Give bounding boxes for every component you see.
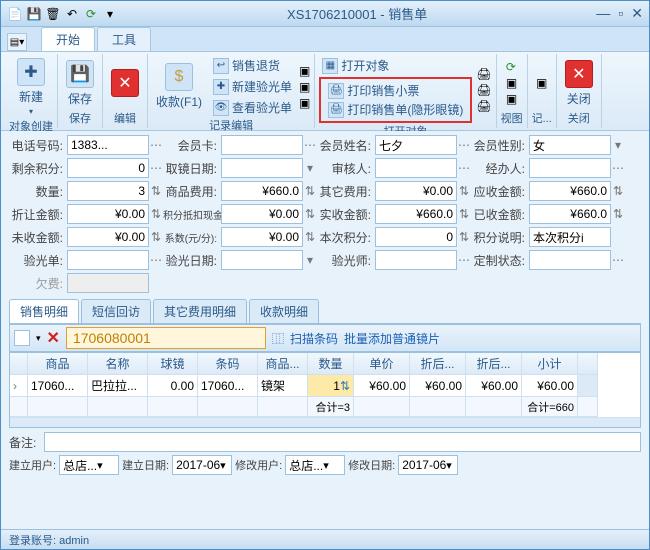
coefficient-input[interactable]: ¥0.00 bbox=[221, 227, 303, 247]
record-icon[interactable]: ▣ bbox=[536, 76, 547, 90]
optometry-date-input[interactable] bbox=[221, 250, 303, 270]
open-object-button[interactable]: ▦打开对象 bbox=[319, 56, 472, 75]
detail-new-button[interactable] bbox=[14, 330, 30, 346]
detail-tabs: 销售明细 短信回访 其它费用明细 收款明细 bbox=[9, 299, 641, 324]
close-window-button[interactable]: ✕ bbox=[631, 5, 643, 22]
tool-icon-2[interactable]: ▣ bbox=[299, 80, 310, 94]
tab-tools[interactable]: 工具 bbox=[97, 27, 151, 51]
app-icon: 📄 bbox=[7, 6, 23, 22]
custom-status-input[interactable] bbox=[529, 250, 611, 270]
sales-return-button[interactable]: ↩销售退货 bbox=[210, 56, 295, 75]
card-input[interactable] bbox=[221, 135, 303, 155]
layout-toggle-button[interactable]: ▤▾ bbox=[7, 33, 27, 51]
points-cash-input[interactable]: ¥0.00 bbox=[221, 204, 303, 224]
refresh-view-icon[interactable]: ⟳ bbox=[506, 60, 517, 74]
new-button[interactable]: ✚新建▾ bbox=[13, 56, 49, 118]
creator-select[interactable]: 总店... ▾ bbox=[59, 455, 119, 475]
receive-button[interactable]: $收款(F1) bbox=[152, 61, 206, 112]
detail-grid: 商品 名称 球镜 条码 商品... 数量 单价 折后... 折后... 小计 ›… bbox=[9, 352, 641, 428]
pickup-date-input[interactable] bbox=[221, 158, 303, 178]
modifier-select[interactable]: 总店... ▾ bbox=[285, 455, 345, 475]
horizontal-scrollbar[interactable] bbox=[10, 417, 640, 427]
create-date-select[interactable]: 2017-06 ▾ bbox=[172, 455, 232, 475]
detail-toolbar: ▾ ✕ 1706080001 ⿲ 扫描条码 批量添加普通镜片 bbox=[9, 324, 641, 352]
maximize-button[interactable]: ▫ bbox=[618, 5, 623, 22]
dropdown-icon[interactable]: ▾ bbox=[102, 6, 118, 22]
sum-qty: 合计=3 bbox=[308, 397, 354, 417]
minimize-button[interactable]: — bbox=[596, 5, 610, 22]
discount-input[interactable]: ¥0.00 bbox=[67, 204, 149, 224]
this-points-input[interactable]: 0 bbox=[375, 227, 457, 247]
due-amount-input[interactable]: ¥660.0 bbox=[529, 181, 611, 201]
close-button[interactable]: ✕关闭 bbox=[561, 58, 597, 109]
new-optometry-button[interactable]: ✚新建验光单 bbox=[210, 77, 295, 96]
points-desc-input[interactable]: 本次积分i bbox=[529, 227, 611, 247]
window-title: XS1706210001 - 销售单 bbox=[118, 4, 596, 23]
form-area: 电话号码:1383...⋯ 会员卡:⋯ 会员姓名:七夕⋯ 会员性别:女▾ 剩余积… bbox=[1, 131, 649, 529]
unpaid-input[interactable]: ¥0.00 bbox=[67, 227, 149, 247]
reviewer-input[interactable] bbox=[375, 158, 457, 178]
save-icon[interactable]: 💾 bbox=[26, 6, 42, 22]
barcode-icon: ⿲ bbox=[272, 330, 284, 347]
tool-icon-1[interactable]: ▣ bbox=[299, 64, 310, 78]
detail-delete-button[interactable]: ✕ bbox=[47, 328, 60, 348]
tab-receipt[interactable]: 收款明细 bbox=[249, 299, 319, 323]
print-receipt-button[interactable]: 🖨打印销售小票 bbox=[325, 81, 466, 100]
sum-total: 合计=660 bbox=[522, 397, 578, 417]
tab-start[interactable]: 开始 bbox=[41, 27, 95, 51]
printer-icon-1[interactable]: 🖨 bbox=[476, 67, 491, 81]
phone-input[interactable]: 1383... bbox=[67, 135, 149, 155]
owed-input bbox=[67, 273, 149, 293]
tab-sales-detail[interactable]: 销售明细 bbox=[9, 299, 79, 323]
remaining-points-input[interactable]: 0 bbox=[67, 158, 149, 178]
undo-icon[interactable]: ↶ bbox=[64, 6, 80, 22]
printer-icon-2[interactable]: 🖨 bbox=[476, 83, 491, 97]
ribbon: ✚新建▾ 对象创建 💾保存 保存 ✕ 编辑 $收款(F1) ↩销售退货 ✚新建验… bbox=[1, 51, 649, 131]
member-sex-select[interactable]: 女 bbox=[529, 135, 611, 155]
actual-amount-input[interactable]: ¥660.0 bbox=[375, 204, 457, 224]
tool-icon-3[interactable]: ▣ bbox=[299, 96, 310, 110]
goods-fee-input[interactable]: ¥660.0 bbox=[221, 181, 303, 201]
quantity-input[interactable]: 3 bbox=[67, 181, 149, 201]
save-button[interactable]: 💾保存 bbox=[62, 58, 98, 109]
barcode-input[interactable]: 1706080001 bbox=[66, 327, 266, 349]
status-bar: 登录账号: admin bbox=[1, 529, 649, 549]
scan-barcode-link[interactable]: 扫描条码 bbox=[290, 330, 338, 347]
view-optometry-button[interactable]: 👁查看验光单 bbox=[210, 98, 295, 117]
table-row[interactable]: › 17060... 巴拉拉... 0.00 17060... 镜架 1 ⇅ ¥… bbox=[10, 375, 640, 397]
printer-icon-3[interactable]: 🖨 bbox=[476, 99, 491, 113]
optometry-input[interactable] bbox=[67, 250, 149, 270]
window: 📄 💾 🗑 ↶ ⟳ ▾ XS1706210001 - 销售单 — ▫ ✕ ▤▾ … bbox=[0, 0, 650, 550]
view-icon-2[interactable]: ▣ bbox=[506, 76, 517, 90]
optometrist-input[interactable] bbox=[375, 250, 457, 270]
paid-amount-input[interactable]: ¥660.0 bbox=[529, 204, 611, 224]
refresh-icon[interactable]: ⟳ bbox=[83, 6, 99, 22]
delete-button[interactable]: ✕ bbox=[107, 67, 143, 99]
batch-add-link[interactable]: 批量添加普通镜片 bbox=[344, 330, 440, 347]
tab-sms[interactable]: 短信回访 bbox=[81, 299, 151, 323]
member-name-input[interactable]: 七夕 bbox=[375, 135, 457, 155]
handler-input[interactable] bbox=[529, 158, 611, 178]
titlebar: 📄 💾 🗑 ↶ ⟳ ▾ XS1706210001 - 销售单 — ▫ ✕ bbox=[1, 1, 649, 27]
other-fee-input[interactable]: ¥0.00 bbox=[375, 181, 457, 201]
tab-other-fee[interactable]: 其它费用明细 bbox=[153, 299, 247, 323]
remark-input[interactable] bbox=[44, 432, 641, 452]
delete-icon[interactable]: 🗑 bbox=[45, 6, 61, 22]
view-icon-3[interactable]: ▣ bbox=[506, 92, 517, 106]
print-sales-button[interactable]: 🖨打印销售单(隐形眼镜) bbox=[325, 100, 466, 119]
ribbon-tabs: ▤▾ 开始 工具 bbox=[1, 27, 649, 51]
modify-date-select[interactable]: 2017-06 ▾ bbox=[398, 455, 458, 475]
